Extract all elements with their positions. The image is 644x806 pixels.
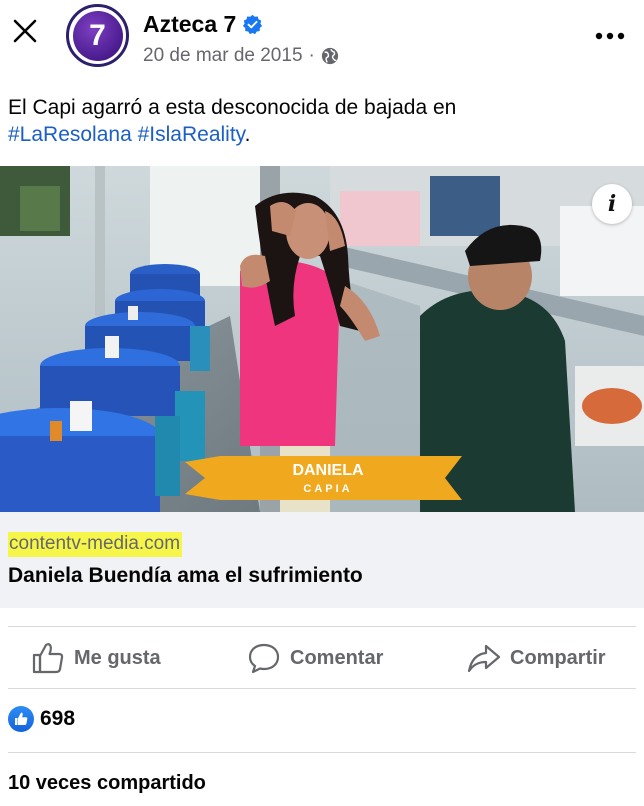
share-label: Compartir xyxy=(510,646,606,669)
hashtag-link[interactable]: #IslaReality xyxy=(138,123,245,146)
avatar-logo-text: 7 xyxy=(89,18,106,52)
page-name[interactable]: Azteca 7 xyxy=(143,10,236,38)
divider xyxy=(8,626,636,627)
page-avatar[interactable]: 7 xyxy=(66,4,129,67)
video-still-image: DANIELA CAPIA xyxy=(0,166,644,512)
banner-subtitle: CAPIA xyxy=(303,483,352,495)
comment-icon xyxy=(248,643,280,674)
reaction-count: 698 xyxy=(40,707,76,730)
divider xyxy=(8,688,636,689)
globe-icon xyxy=(321,47,338,65)
action-bar: Me gusta Comentar Compartir xyxy=(0,630,644,684)
share-button[interactable]: Compartir xyxy=(466,636,606,680)
like-button[interactable]: Me gusta xyxy=(30,636,161,680)
verified-badge-icon xyxy=(243,14,263,34)
more-options-icon xyxy=(595,32,625,40)
post-image[interactable]: DANIELA CAPIA i xyxy=(0,166,644,512)
meta-separator: · xyxy=(308,45,315,66)
comment-button[interactable]: Comentar xyxy=(246,636,383,680)
share-icon xyxy=(467,644,501,673)
link-preview-card[interactable]: contentv-media.com xyxy=(0,512,644,608)
post-date[interactable]: 20 de mar de 2015 xyxy=(143,45,303,67)
post-header: 7 Azteca 7 20 de mar de 2015 · xyxy=(0,0,644,80)
comment-label: Comentar xyxy=(290,646,384,669)
divider xyxy=(8,752,636,753)
info-button[interactable]: i xyxy=(592,184,632,224)
close-icon xyxy=(13,19,37,43)
like-label: Me gusta xyxy=(74,646,161,669)
share-count[interactable]: 10 veces compartido xyxy=(8,772,206,795)
banner-name: DANIELA xyxy=(292,462,364,479)
post-caption: El Capi agarró a esta desconocida de baj… xyxy=(8,94,628,148)
like-reaction-icon xyxy=(8,706,34,732)
close-button[interactable] xyxy=(8,14,42,48)
link-domain: contentv-media.com xyxy=(8,532,183,557)
thumbs-up-icon xyxy=(32,643,64,674)
info-icon: i xyxy=(607,191,617,217)
caption-text: El Capi agarró a esta desconocida de baj… xyxy=(8,96,457,119)
reactions-summary[interactable]: 698 xyxy=(8,706,75,732)
link-title[interactable]: Daniela Buendía ama el sufrimiento xyxy=(8,564,363,588)
caption-end: . xyxy=(244,123,251,146)
hashtag-link[interactable]: #LaResolana xyxy=(8,123,132,146)
more-options-button[interactable] xyxy=(592,24,628,48)
